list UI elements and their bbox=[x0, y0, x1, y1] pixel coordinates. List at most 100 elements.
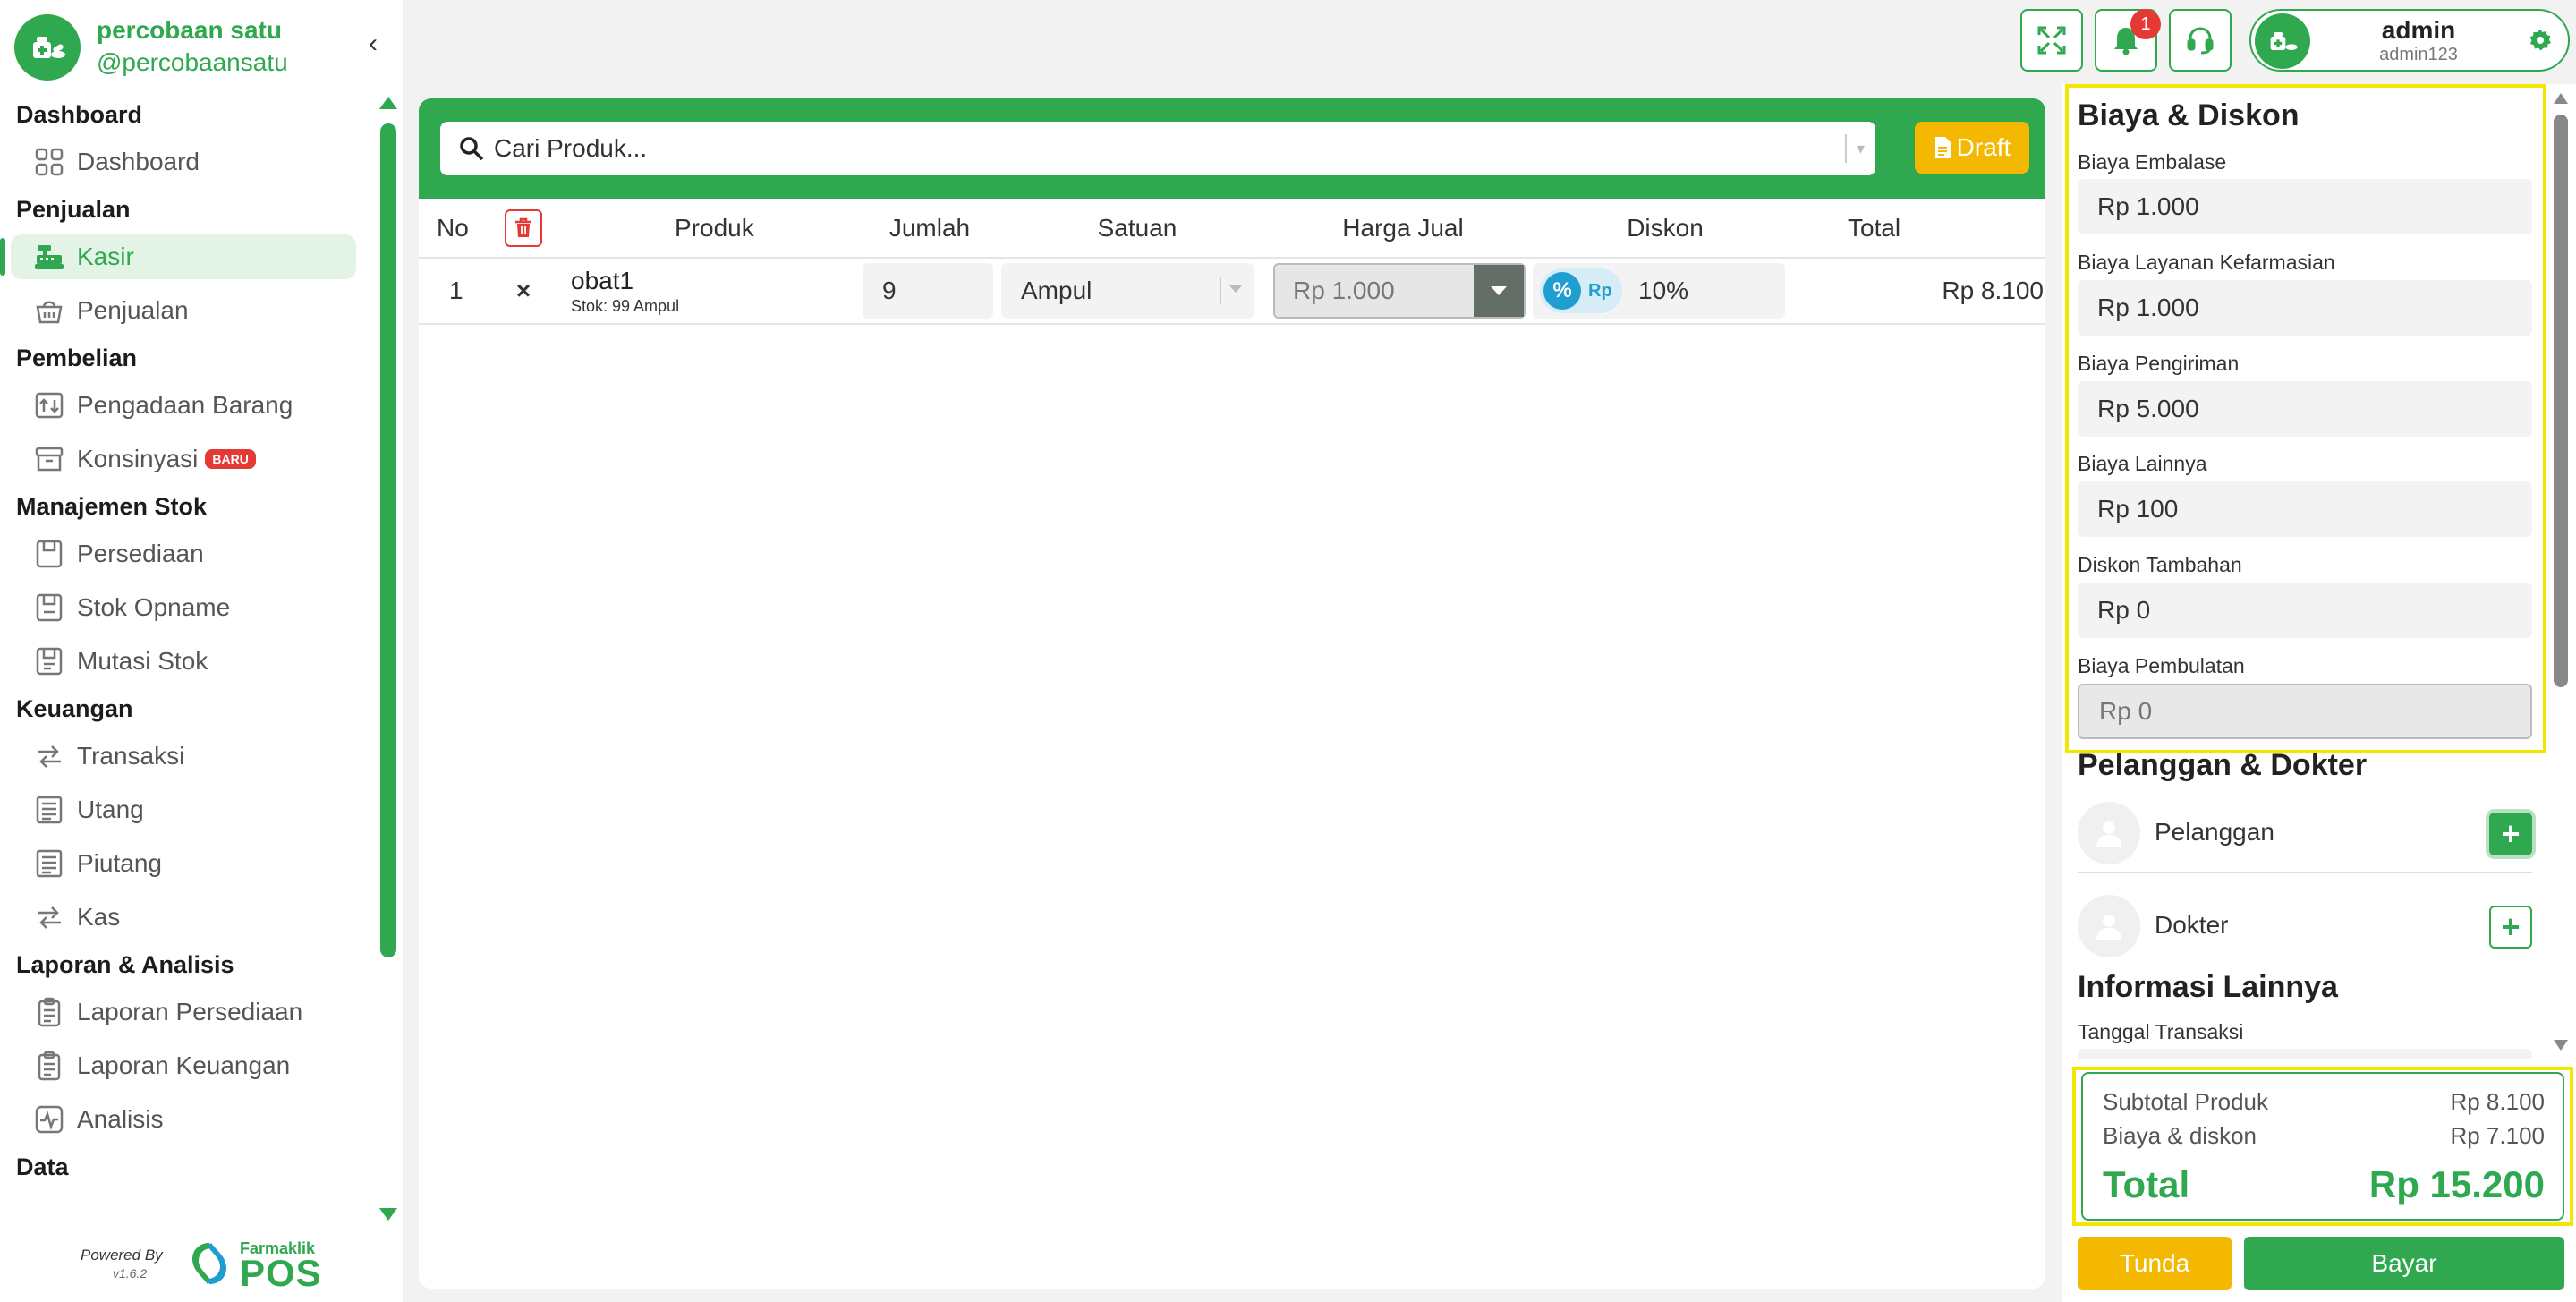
sidebar-item-transaksi[interactable]: Transaksi bbox=[11, 734, 356, 779]
ledger-icon bbox=[34, 848, 64, 879]
sidebar-item-utang[interactable]: Utang bbox=[11, 787, 356, 832]
biaya-row: Biaya & diskon Rp 7.100 bbox=[2103, 1122, 2545, 1150]
scroll-thumb[interactable] bbox=[380, 123, 396, 957]
search-dropdown-chevron-icon[interactable]: ▾ bbox=[1845, 134, 1865, 163]
powered-by-footer: Powered By v1.6.2 Farmaklik POS bbox=[81, 1239, 367, 1294]
pharmacy-logo-icon bbox=[2270, 32, 2298, 50]
discount-mode-toggle[interactable]: % Rp bbox=[1540, 268, 1622, 313]
discount-input[interactable]: % Rp 10% bbox=[1533, 263, 1785, 319]
unit-select[interactable]: Ampul bbox=[1001, 263, 1254, 319]
draft-label: Draft bbox=[1956, 133, 2011, 161]
price-dropdown-chevron-icon[interactable] bbox=[1474, 265, 1524, 317]
product-search[interactable]: ▾ bbox=[440, 122, 1875, 175]
sidebar-section-title: Keuangan bbox=[16, 695, 133, 722]
support-button[interactable] bbox=[2169, 9, 2232, 72]
row-unit-cell: Ampul bbox=[1001, 258, 1273, 325]
sidebar-item-label: Analisis bbox=[77, 1105, 164, 1133]
sidebar-nav: Dashboard Dashboard Penjualan Kasir Penjuala… bbox=[0, 89, 367, 1199]
add-customer-button[interactable]: + bbox=[2489, 813, 2532, 855]
customer-row: Pelanggan + bbox=[2078, 793, 2532, 873]
sidebar-item-label: Penjualan bbox=[77, 296, 189, 324]
gear-icon[interactable] bbox=[2529, 29, 2552, 52]
user-menu[interactable]: admin admin123 bbox=[2249, 9, 2570, 72]
product-name: obat1 bbox=[571, 266, 634, 294]
sidebar-item-label: Utang bbox=[77, 796, 144, 823]
sidebar-section-title: Dashboard bbox=[16, 101, 143, 128]
tunda-button[interactable]: Tunda bbox=[2078, 1237, 2232, 1290]
sidebar-item-mutasi-stok[interactable]: Mutasi Stok bbox=[11, 639, 356, 684]
pos-brand: POS bbox=[240, 1252, 322, 1294]
scroll-thumb[interactable] bbox=[2554, 115, 2568, 687]
sidebar-item-konsinyasi[interactable]: Konsinyasi BARU bbox=[11, 437, 356, 481]
sidebar-section-title: Data bbox=[16, 1153, 69, 1180]
brand: percobaan satu @percobaansatu bbox=[14, 14, 372, 86]
header-harga-jual: Harga Jual bbox=[1273, 199, 1533, 259]
collapse-sidebar-chevron-icon[interactable]: ‹ bbox=[369, 29, 378, 59]
grid-icon bbox=[34, 147, 64, 177]
row-discount-cell: % Rp 10% bbox=[1533, 258, 1798, 325]
sidebar-item-pengadaan-barang[interactable]: Pengadaan Barang bbox=[11, 383, 356, 428]
bayar-button[interactable]: Bayar bbox=[2244, 1237, 2564, 1290]
notification-button[interactable]: 1 bbox=[2095, 9, 2161, 72]
tanggal-transaksi-label: Tanggal Transaksi bbox=[2078, 1020, 2244, 1043]
basket-icon bbox=[34, 295, 64, 326]
sidebar-item-label: Stok Opname bbox=[77, 593, 231, 621]
sidebar-item-penjualan[interactable]: Penjualan bbox=[11, 288, 356, 333]
pengiriman-input[interactable]: Rp 5.000 bbox=[2078, 381, 2532, 437]
product-table: No Produk Jumlah Satuan Harga Jual Disko… bbox=[419, 199, 2045, 325]
pharmacy-logo-icon bbox=[14, 14, 81, 81]
discount-value: 10% bbox=[1638, 277, 1689, 304]
sidebar-item-stok-opname[interactable]: Stok Opname bbox=[11, 585, 356, 630]
procurement-icon bbox=[34, 390, 64, 421]
delete-all-button[interactable] bbox=[505, 208, 542, 247]
tanggal-transaksi-input[interactable] bbox=[2078, 1049, 2532, 1059]
sidebar-section-title: Pembelian bbox=[16, 345, 138, 371]
activity-icon bbox=[34, 1104, 64, 1135]
field-label-embalase: Biaya Embalase bbox=[2078, 150, 2227, 174]
price-value: Rp 1.000 bbox=[1293, 277, 1395, 304]
quantity-input[interactable]: 9 bbox=[863, 263, 993, 319]
sidebar-item-kas[interactable]: Kas bbox=[11, 895, 356, 940]
sidebar-item-label: Persediaan bbox=[77, 540, 204, 567]
scroll-down-arrow-icon[interactable] bbox=[2554, 1040, 2568, 1051]
subtotal-row: Subtotal Produk Rp 8.100 bbox=[2103, 1088, 2545, 1116]
layanan-kefarmasian-input[interactable]: Rp 1.000 bbox=[2078, 280, 2532, 336]
scroll-down-arrow-icon[interactable] bbox=[379, 1208, 397, 1221]
pembulatan-input: Rp 0 bbox=[2078, 684, 2532, 739]
scroll-up-arrow-icon[interactable] bbox=[2554, 93, 2568, 104]
sidebar-item-kasir[interactable]: Kasir bbox=[0, 234, 356, 279]
stock-opname-icon bbox=[34, 592, 64, 623]
store-name: percobaan satu bbox=[97, 16, 282, 44]
sidebar-scrollbar[interactable] bbox=[378, 97, 399, 1221]
search-input[interactable] bbox=[494, 134, 1800, 163]
sidebar-item-laporan-keuangan[interactable]: Laporan Keuangan bbox=[11, 1043, 356, 1088]
add-doctor-button[interactable]: + bbox=[2489, 906, 2532, 949]
sidebar-item-piutang[interactable]: Piutang bbox=[11, 841, 356, 886]
scroll-up-arrow-icon[interactable] bbox=[379, 97, 397, 109]
price-select[interactable]: Rp 1.000 bbox=[1273, 263, 1526, 319]
biaya-lainnya-input[interactable]: Rp 100 bbox=[2078, 481, 2532, 537]
field-label-lainnya: Biaya Lainnya bbox=[2078, 452, 2207, 475]
fullscreen-button[interactable] bbox=[2020, 9, 2083, 72]
header-total: Total bbox=[1798, 199, 2045, 259]
diskon-tambahan-input[interactable]: Rp 0 bbox=[2078, 583, 2532, 638]
sidebar-section-title: Laporan & Analisis bbox=[16, 951, 234, 978]
informasi-lainnya-title: Informasi Lainnya bbox=[2078, 970, 2338, 1004]
sidebar-item-analisis[interactable]: Analisis bbox=[11, 1097, 356, 1142]
user-avatar bbox=[2255, 13, 2310, 69]
unit-value: Ampul bbox=[1021, 277, 1092, 304]
sidebar-item-kontak[interactable]: Kontak bbox=[11, 1192, 356, 1199]
user-silhouette-icon bbox=[2078, 895, 2140, 957]
remove-row-x-icon[interactable]: × bbox=[497, 258, 549, 325]
draft-button[interactable]: Draft bbox=[1915, 122, 2029, 174]
sidebar-item-persediaan[interactable]: Persediaan bbox=[11, 532, 356, 576]
checkout-scrollbar[interactable] bbox=[2552, 93, 2572, 1051]
search-bar: ▾ Draft bbox=[419, 98, 2045, 199]
sidebar-item-laporan-persediaan[interactable]: Laporan Persediaan bbox=[11, 990, 356, 1034]
sidebar-item-dashboard[interactable]: Dashboard bbox=[11, 140, 356, 184]
biaya-diskon-value: Rp 7.100 bbox=[2450, 1122, 2545, 1149]
ledger-icon bbox=[34, 795, 64, 825]
archive-box-icon bbox=[34, 444, 64, 474]
embalase-input[interactable]: Rp 1.000 bbox=[2078, 179, 2532, 234]
search-icon bbox=[460, 137, 484, 161]
